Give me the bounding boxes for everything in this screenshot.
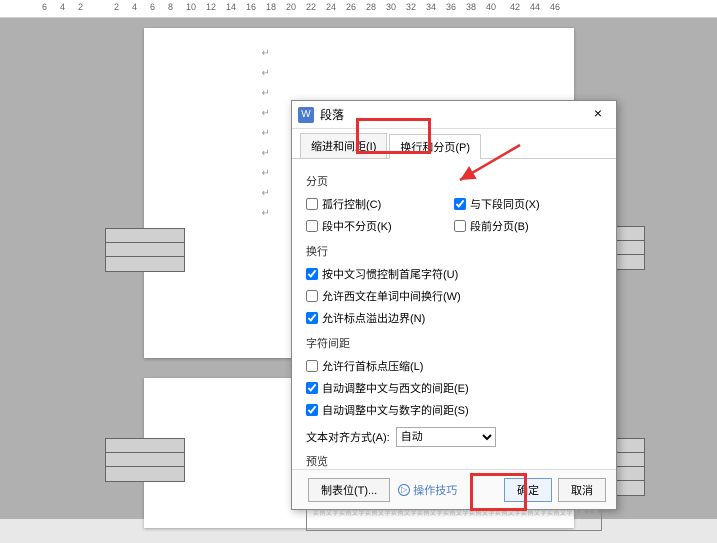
keep-lines-together-label: 段中不分页(K) bbox=[322, 218, 392, 234]
paragraph-mark-icon: ↵ bbox=[262, 108, 270, 119]
dialog-tabs: 缩进和间距(I) 换行和分页(P) bbox=[292, 129, 616, 159]
keep-lines-together-checkbox[interactable] bbox=[306, 220, 318, 232]
paragraph-mark-icon: ↵ bbox=[262, 168, 270, 179]
paragraph-mark-icon: ↵ bbox=[262, 68, 270, 79]
ok-button[interactable]: 确定 bbox=[504, 478, 552, 502]
tab-indent-spacing[interactable]: 缩进和间距(I) bbox=[300, 133, 387, 158]
compress-punct-checkbox[interactable] bbox=[306, 360, 318, 372]
auto-cjk-num-checkbox[interactable] bbox=[306, 404, 318, 416]
paragraph-mark-icon: ↵ bbox=[262, 148, 270, 159]
keep-with-next-checkbox[interactable] bbox=[454, 198, 466, 210]
page-break-before-label: 段前分页(B) bbox=[470, 218, 529, 234]
close-icon[interactable]: × bbox=[586, 105, 610, 125]
widow-control-label: 孤行控制(C) bbox=[322, 196, 381, 212]
page-break-before-checkbox[interactable] bbox=[454, 220, 466, 232]
text-alignment-select[interactable]: 自动 bbox=[396, 427, 496, 447]
punct-overflow-checkbox[interactable] bbox=[306, 312, 318, 324]
tips-link[interactable]: ▷操作技巧 bbox=[398, 482, 457, 498]
latin-word-wrap-checkbox[interactable] bbox=[306, 290, 318, 302]
preview-label: 预览 bbox=[306, 453, 602, 469]
cjk-first-last-checkbox[interactable] bbox=[306, 268, 318, 280]
horizontal-ruler: 6 4 2 2 4 6 8 10 12 14 16 18 20 22 24 26… bbox=[0, 0, 717, 18]
auto-cjk-latin-label: 自动调整中文与西文的间距(E) bbox=[322, 380, 469, 396]
keep-with-next-label: 与下段同页(X) bbox=[470, 196, 540, 212]
cjk-first-last-label: 按中文习惯控制首尾字符(U) bbox=[322, 266, 458, 282]
punct-overflow-label: 允许标点溢出边界(N) bbox=[322, 310, 425, 326]
table-fragment[interactable] bbox=[105, 228, 185, 272]
app-icon: W bbox=[298, 107, 314, 123]
paragraph-mark-icon: ↵ bbox=[262, 208, 270, 219]
text-alignment-label: 文本对齐方式(A): bbox=[306, 429, 390, 445]
dialog-title: 段落 bbox=[320, 106, 586, 123]
tips-icon: ▷ bbox=[398, 484, 410, 496]
compress-punct-label: 允许行首标点压缩(L) bbox=[322, 358, 423, 374]
paragraph-dialog: W 段落 × 缩进和间距(I) 换行和分页(P) 分页 孤行控制(C) 与下段同… bbox=[291, 100, 617, 510]
pagination-section-label: 分页 bbox=[306, 173, 602, 189]
tab-line-page-breaks[interactable]: 换行和分页(P) bbox=[389, 134, 481, 159]
paragraph-mark-icon: ↵ bbox=[262, 88, 270, 99]
linebreak-section-label: 换行 bbox=[306, 243, 602, 259]
charspacing-section-label: 字符间距 bbox=[306, 335, 602, 351]
dialog-titlebar[interactable]: W 段落 × bbox=[292, 101, 616, 129]
dialog-footer: 制表位(T)... ▷操作技巧 确定 取消 bbox=[292, 469, 616, 509]
auto-cjk-num-label: 自动调整中文与数字的间距(S) bbox=[322, 402, 469, 418]
cancel-button[interactable]: 取消 bbox=[558, 478, 606, 502]
tabstops-button[interactable]: 制表位(T)... bbox=[308, 478, 390, 502]
paragraph-mark-icon: ↵ bbox=[262, 128, 270, 139]
table-fragment[interactable] bbox=[105, 438, 185, 482]
widow-control-checkbox[interactable] bbox=[306, 198, 318, 210]
paragraph-mark-icon: ↵ bbox=[262, 48, 270, 59]
latin-word-wrap-label: 允许西文在单词中间换行(W) bbox=[322, 288, 461, 304]
auto-cjk-latin-checkbox[interactable] bbox=[306, 382, 318, 394]
paragraph-mark-icon: ↵ bbox=[262, 188, 270, 199]
